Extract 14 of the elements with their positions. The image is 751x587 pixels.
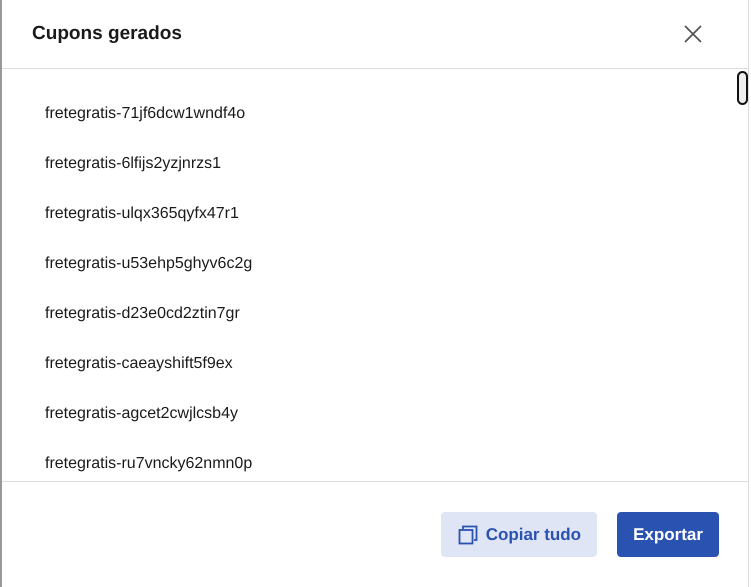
coupon-code: fretegratis-ulqx365qyfx47r1 [45,204,239,224]
coupon-code: fretegratis-71jf6dcw1wndf4o [45,104,246,124]
coupon-code: fretegratis-agcet2cwjlcsb4y [45,404,238,424]
scrollbar-thumb[interactable] [737,71,748,105]
copy-icon [458,524,478,544]
copy-all-button[interactable]: Copiar tudo [440,512,598,557]
coupon-code: fretegratis-ru7vncky62nmn0p [45,454,252,474]
coupon-code: fretegratis-d23e0cd2ztin7gr [45,304,240,324]
close-icon[interactable] [684,25,702,43]
export-button[interactable]: Exportar [617,512,719,557]
coupon-code: fretegratis-6lfijs2yzjnrzs1 [45,154,222,174]
coupon-code: fretegratis-u53ehp5ghyv6c2g [45,254,252,274]
coupon-code: fretegratis-caeayshift5f9ex [45,354,233,374]
dialog-title: Cupons gerados [32,23,182,45]
